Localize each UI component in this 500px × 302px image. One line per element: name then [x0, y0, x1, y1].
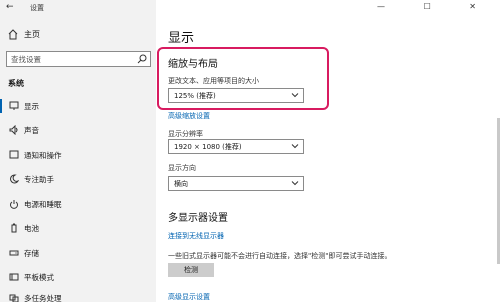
search-input[interactable]: 查找设置	[6, 51, 151, 67]
notification-icon	[9, 150, 19, 159]
window-controls[interactable]: — ☐ ✕	[377, 2, 494, 11]
advanced-scaling-link[interactable]: 高级缩放设置	[168, 111, 210, 121]
search-placeholder: 查找设置	[11, 55, 41, 64]
section-label-system: 系统	[8, 79, 24, 88]
sidebar-item-power-sleep[interactable]: 电源和睡眠	[0, 195, 156, 215]
sidebar-item-label: 主页	[24, 30, 40, 39]
sidebar-item-label: 通知和操作	[24, 151, 62, 160]
advanced-display-link[interactable]: 高级显示设置	[168, 292, 210, 302]
title-bar: ← 设置	[0, 0, 156, 16]
sidebar-item-tablet-mode[interactable]: 平板模式	[0, 268, 156, 288]
chevron-down-icon	[291, 181, 299, 186]
battery-icon	[11, 223, 17, 233]
resolution-dropdown[interactable]: 1920 × 1080 (推荐)	[168, 139, 304, 154]
sidebar-item-label: 存储	[24, 249, 39, 258]
sidebar-item-label: 声音	[24, 126, 39, 135]
sidebar-item-multitasking[interactable]: 多任务处理	[0, 289, 156, 302]
storage-icon	[9, 250, 19, 256]
sidebar-item-home[interactable]: 主页	[0, 28, 156, 42]
sidebar-item-sound[interactable]: 声音	[0, 121, 156, 141]
scale-value: 125% (推荐)	[174, 92, 216, 100]
moon-icon	[10, 174, 19, 184]
home-icon	[8, 29, 18, 40]
page-title: 显示	[168, 31, 195, 46]
sidebar-item-label: 显示	[24, 102, 39, 111]
speaker-icon	[9, 125, 18, 135]
sidebar-item-notifications[interactable]: 通知和操作	[0, 146, 156, 166]
detect-description: 一些旧式显示器可能不会进行自动连接，选择"检测"即可尝试手动连接。	[168, 252, 392, 260]
sidebar-item-label: 电源和睡眠	[24, 200, 62, 209]
multitask-icon	[9, 294, 19, 302]
window-title: 设置	[30, 4, 44, 12]
chevron-down-icon	[291, 144, 299, 149]
sidebar: ← 设置 主页 查找设置 系统 显示 声音 通知和操作 专注助手 电源和睡眠 电…	[0, 0, 156, 302]
multi-display-heading: 多显示器设置	[168, 213, 228, 224]
active-indicator	[0, 99, 2, 113]
sidebar-item-display[interactable]: 显示	[0, 97, 156, 117]
orientation-value: 横向	[174, 180, 188, 188]
sidebar-item-label: 平板模式	[24, 273, 54, 282]
scale-layout-heading: 缩放与布局	[168, 59, 218, 70]
orientation-label: 显示方向	[168, 164, 196, 172]
power-icon	[10, 200, 18, 209]
search-icon[interactable]	[137, 54, 147, 64]
chevron-down-icon	[291, 93, 299, 98]
sidebar-item-battery[interactable]: 电池	[0, 219, 156, 239]
sidebar-item-label: 专注助手	[24, 175, 54, 184]
sidebar-item-label: 电池	[24, 224, 39, 233]
back-arrow-icon[interactable]: ←	[6, 2, 14, 12]
orientation-dropdown[interactable]: 横向	[168, 176, 304, 191]
resolution-value: 1920 × 1080 (推荐)	[174, 143, 242, 151]
main-content: — ☐ ✕ 显示 缩放与布局 更改文本、应用等项目的大小 125% (推荐) 高…	[156, 0, 500, 302]
text-size-label: 更改文本、应用等项目的大小	[168, 77, 259, 85]
scale-dropdown[interactable]: 125% (推荐)	[168, 88, 304, 103]
monitor-icon	[9, 101, 19, 110]
sidebar-item-storage[interactable]: 存储	[0, 244, 156, 264]
resolution-label: 显示分辨率	[168, 130, 203, 138]
sidebar-item-focus-assist[interactable]: 专注助手	[0, 170, 156, 190]
detect-button[interactable]: 检测	[168, 263, 214, 277]
tablet-icon	[9, 273, 19, 281]
wireless-display-link[interactable]: 连接到无线显示器	[168, 231, 224, 241]
sidebar-item-label: 多任务处理	[24, 294, 62, 302]
